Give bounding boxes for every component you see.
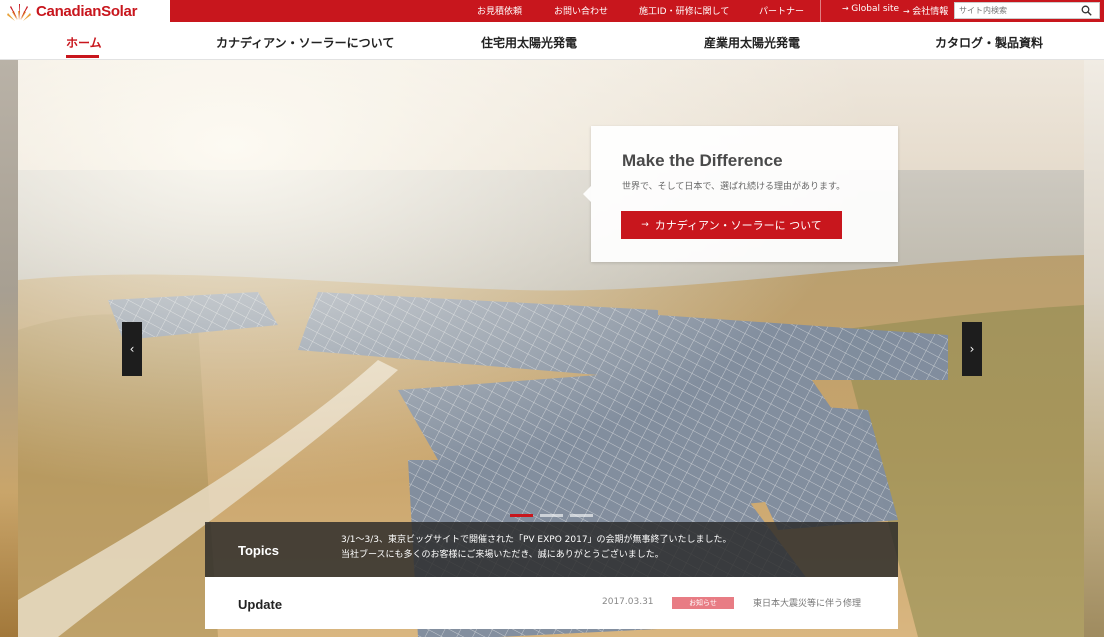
update-news-link[interactable]: 東日本大震災等に伴う修理	[753, 596, 861, 609]
hero-title: Make the Difference	[622, 151, 783, 170]
search-icon[interactable]	[1079, 4, 1093, 18]
nav-about[interactable]: カナディアン・ソーラーについて	[216, 34, 394, 51]
global-site-link[interactable]: Global site	[842, 4, 899, 14]
nav-home[interactable]: ホーム	[66, 34, 102, 51]
sun-logo-icon	[7, 4, 31, 21]
hero-info-card: Make the Difference 世界で、そして日本で、選ばれ続ける理由が…	[583, 126, 898, 262]
carousel-dot-2[interactable]	[540, 514, 563, 517]
hero-carousel: ‹ › Make the Difference 世界で、そして日本で、選ばれ続け…	[0, 60, 1104, 637]
next-slide-peek	[1084, 60, 1104, 637]
update-bar: Update 2017.03.31 お知らせ 東日本大震災等に伴う修理	[205, 577, 898, 629]
contact-link[interactable]: お問い合わせ	[554, 4, 608, 17]
search-box	[954, 2, 1100, 19]
topics-bar[interactable]: Topics 3/1～3/3、東京ビッグサイトで開催された「PV EXPO 20…	[205, 522, 898, 577]
arrow-right-icon: →	[641, 220, 649, 230]
previous-slide-peek	[0, 60, 18, 637]
nav-catalog[interactable]: カタログ・製品資料	[935, 34, 1043, 51]
about-company-button[interactable]: → カナディアン・ソーラーに ついて	[621, 211, 842, 239]
carousel-indicators	[510, 514, 593, 517]
nav-commercial[interactable]: 産業用太陽光発電	[704, 34, 800, 51]
carousel-prev-button[interactable]: ‹	[122, 322, 142, 376]
util-divider	[820, 0, 821, 22]
active-nav-indicator	[66, 55, 99, 58]
news-category-badge: お知らせ	[672, 597, 734, 609]
partner-link[interactable]: パートナー	[759, 4, 804, 17]
installer-training-link[interactable]: 施工ID・研修に関して	[639, 4, 729, 17]
carousel-next-button[interactable]: ›	[962, 322, 982, 376]
quote-request-link[interactable]: お見積依頼	[477, 4, 522, 17]
topics-label: Topics	[238, 543, 279, 558]
topics-line-1: 3/1～3/3、東京ビッグサイトで開催された「PV EXPO 2017」の会期が…	[341, 535, 732, 545]
nav-residential[interactable]: 住宅用太陽光発電	[481, 34, 577, 51]
logo[interactable]: CanadianSolar	[0, 0, 170, 22]
update-date: 2017.03.31	[602, 597, 654, 607]
carousel-dot-3[interactable]	[570, 514, 593, 517]
top-utility-bar: CanadianSolar お見積依頼 お問い合わせ 施工ID・研修に関して パ…	[0, 0, 1104, 22]
company-info-link[interactable]: 会社情報	[903, 4, 948, 17]
hero-subtitle: 世界で、そして日本で、選ばれ続ける理由があります。	[622, 182, 846, 192]
chevron-right-icon: ›	[969, 342, 975, 356]
logo-text: CanadianSolar	[36, 2, 138, 20]
topics-line-2: 当社ブースにも多くのお客様にご来場いただき、誠にありがとうございました。	[341, 550, 664, 560]
about-company-button-label: カナディアン・ソーラーに ついて	[654, 219, 822, 232]
chevron-left-icon: ‹	[129, 342, 135, 356]
topics-text: 3/1～3/3、東京ビッグサイトで開催された「PV EXPO 2017」の会期が…	[341, 533, 732, 563]
update-label: Update	[238, 597, 283, 612]
carousel-dot-1[interactable]	[510, 514, 533, 517]
main-nav: ホーム カナディアン・ソーラーについて 住宅用太陽光発電 産業用太陽光発電 カタ…	[0, 22, 1104, 60]
search-input[interactable]	[955, 3, 1079, 18]
